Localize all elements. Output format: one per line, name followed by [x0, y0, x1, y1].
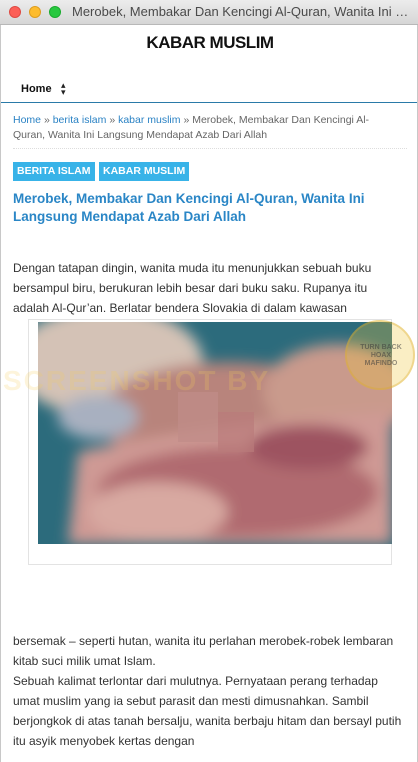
breadcrumb-separator: » — [183, 114, 190, 126]
article-image — [38, 322, 392, 544]
article-paragraph: bersemak – seperti hutan, wanita itu per… — [13, 631, 405, 751]
window-title: Merobek, Membakar Dan Kencingi Al-Quran,… — [72, 4, 412, 19]
zoom-window-button[interactable] — [49, 6, 61, 18]
main-nav: Home ▴ ▾ — [1, 80, 417, 103]
tag-kabar-muslim[interactable]: KABAR MUSLIM — [99, 162, 190, 181]
article-paragraph: Dengan tatapan dingin, wanita muda itu m… — [13, 261, 372, 315]
article-image-frame — [28, 319, 392, 565]
site-title[interactable]: KABAR MUSLIM — [1, 33, 417, 53]
article-headline: Merobek, Membakar Dan Kencingi Al-Quran,… — [13, 191, 365, 224]
close-window-button[interactable] — [9, 6, 21, 18]
breadcrumb-home-link[interactable]: Home — [13, 114, 41, 126]
blurred-photo-graphic — [38, 322, 392, 544]
breadcrumb-separator: » — [109, 114, 116, 126]
article-paragraph-text: Sebuah kalimat terlontar dari mulutnya. … — [13, 674, 402, 748]
article-paragraph-text: bersemak – seperti hutan, wanita itu per… — [13, 634, 394, 668]
breadcrumb-separator: » — [43, 114, 50, 126]
breadcrumb-berita-islam-link[interactable]: berita islam — [53, 114, 107, 126]
tag-berita-islam[interactable]: BERITA ISLAM — [13, 162, 95, 181]
nav-home-link[interactable]: Home — [21, 83, 52, 95]
hoax-badge-text: TURN BACK HOAX MAFINDO — [360, 344, 402, 367]
breadcrumb-kabar-muslim-link[interactable]: kabar muslim — [118, 114, 180, 126]
window-titlebar: Merobek, Membakar Dan Kencingi Al-Quran,… — [0, 0, 418, 25]
hoax-badge-logo: TURN BACK HOAX MAFINDO — [345, 320, 415, 390]
screenshot-watermark: SCREENSHOT BY — [3, 365, 271, 396]
breadcrumb-divider — [13, 148, 407, 149]
breadcrumb: Home » berita islam » kabar muslim » Mer… — [13, 113, 393, 143]
page-content[interactable]: KABAR MUSLIM Home ▴ ▾ Home » berita islam… — [0, 25, 418, 762]
minimize-window-button[interactable] — [29, 6, 41, 18]
nav-home-dropdown-icon[interactable]: ▴ ▾ — [61, 81, 66, 97]
